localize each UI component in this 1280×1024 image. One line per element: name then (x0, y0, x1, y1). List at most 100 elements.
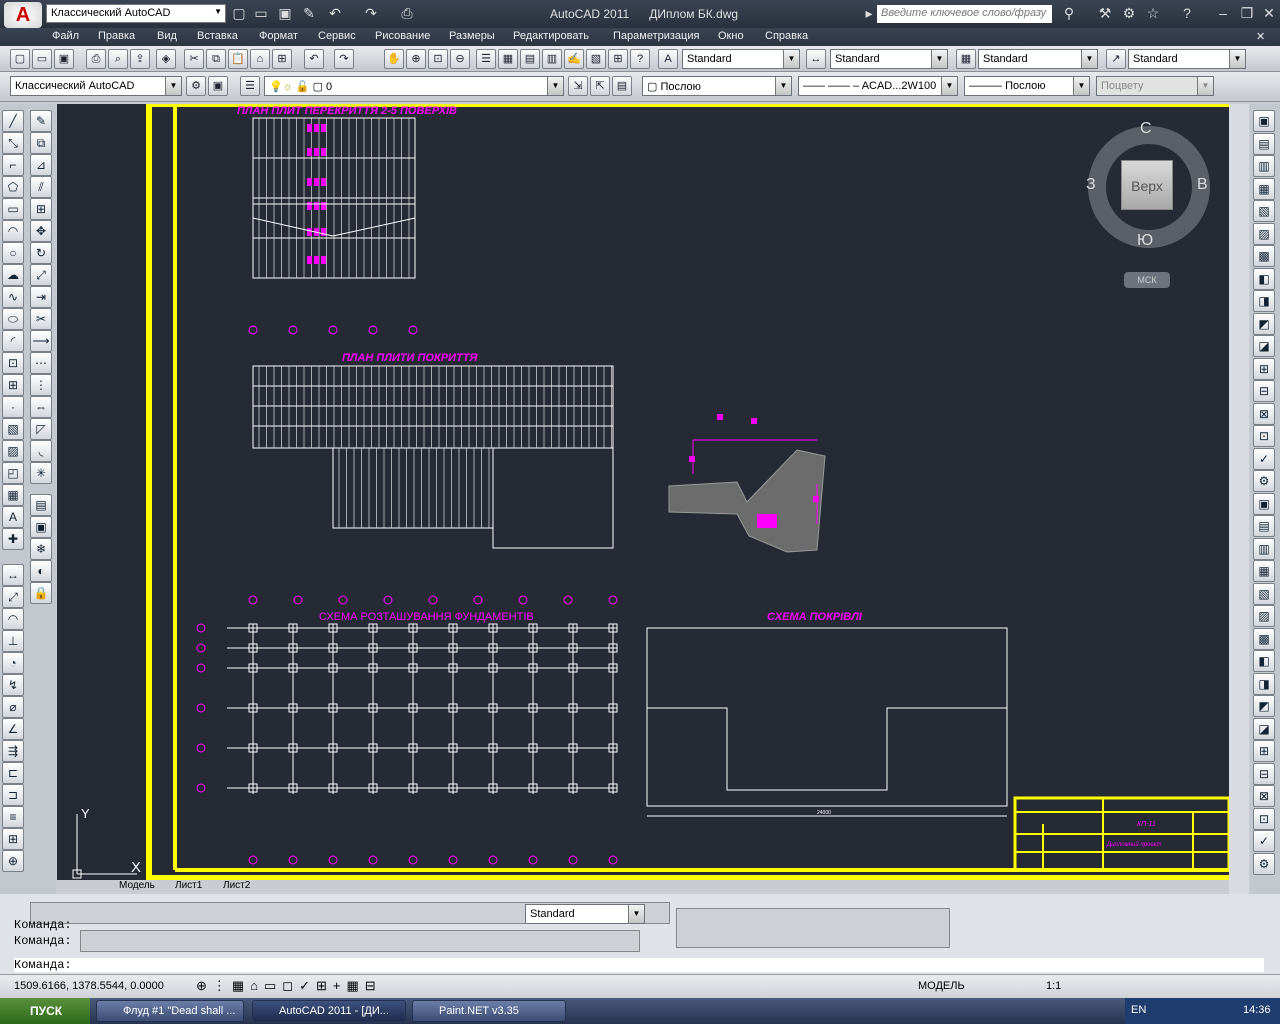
coordinates-readout[interactable]: 1509.6166, 1378.5544, 0.0000 (14, 980, 164, 992)
right-tool-icon[interactable]: ▦ (1253, 560, 1275, 582)
mirror-icon[interactable]: ⊿ (30, 154, 52, 176)
hatch-icon[interactable]: ▧ (2, 418, 24, 440)
tab-model[interactable]: Модель (119, 880, 155, 891)
right-tool-icon[interactable]: ⊠ (1253, 402, 1275, 425)
dim-linear-icon[interactable]: ↔ (2, 564, 24, 586)
arc-icon[interactable]: ◠ (2, 220, 24, 242)
workspace-settings-icon[interactable]: ⚙ (186, 76, 206, 96)
right-tool-icon[interactable]: ▨ (1253, 605, 1275, 627)
right-tool-icon[interactable]: ⊡ (1253, 807, 1275, 830)
dim-continue-icon[interactable]: ⊐ (2, 784, 24, 806)
quick-dim-icon[interactable]: ⇶ (2, 740, 24, 762)
right-tool-icon[interactable]: ▨ (1253, 222, 1275, 245)
revcloud-icon[interactable]: ☁ (2, 264, 24, 286)
right-tool-icon[interactable]: ▥ (1253, 537, 1275, 560)
new-file-icon[interactable]: ▢ (230, 4, 248, 22)
zoom-realtime-icon[interactable]: ⊕ (406, 49, 426, 69)
multileader-style-icon[interactable]: ↗ (1106, 49, 1126, 69)
layer-previous-icon[interactable]: ⇱ (590, 76, 610, 96)
menu-view[interactable]: Вид (157, 30, 177, 42)
preview-icon[interactable]: ⌕ (108, 49, 128, 69)
line-icon[interactable]: ╱ (2, 110, 24, 132)
layer-lock-icon[interactable]: 🔒 (30, 582, 52, 604)
layer-combo[interactable]: 💡☼ 🔓 ▢ 0 ▼ (264, 76, 564, 96)
viewcube-top-face[interactable]: Верх (1121, 160, 1173, 210)
region-icon[interactable]: ◰ (2, 462, 24, 484)
plotstyle-combo[interactable]: Поцвету ▼ (1096, 76, 1214, 96)
rectangle-icon[interactable]: ▭ (2, 198, 24, 220)
menu-tools[interactable]: Сервис (318, 30, 356, 42)
explode-icon[interactable]: ✳ (30, 462, 52, 484)
undo-tb-icon[interactable]: ↶ (304, 49, 324, 69)
right-tool-icon[interactable]: ▤ (1253, 132, 1275, 155)
markup-icon[interactable]: ✍ (564, 49, 584, 69)
match-properties-icon[interactable]: ⌂ (250, 49, 270, 69)
start-button[interactable]: ПУСК (0, 998, 90, 1024)
menu-window[interactable]: Окно (718, 30, 744, 42)
ellipse-icon[interactable]: ⬭ (2, 308, 24, 330)
right-tool-icon[interactable]: ⊟ (1253, 762, 1275, 785)
design-center-icon[interactable]: ▦ (498, 49, 518, 69)
move-icon[interactable]: ✥ (30, 220, 52, 242)
tab-layout2[interactable]: Лист2 (223, 880, 250, 891)
properties-icon[interactable]: ☰ (476, 49, 496, 69)
task-autocad[interactable]: AutoCAD 2011 - [ДИ... (252, 1000, 406, 1022)
table-style-combo[interactable]: Standard ▼ (978, 49, 1098, 69)
right-tool-icon[interactable]: ✓ (1253, 830, 1275, 852)
layer-properties-icon[interactable]: ☰ (240, 76, 260, 96)
right-tool-icon[interactable]: ▤ (1253, 515, 1275, 537)
paste-icon[interactable]: 📋 (228, 49, 248, 69)
erase-icon[interactable]: ✎ (30, 110, 52, 132)
cut-icon[interactable]: ✂ (184, 49, 204, 69)
scale-icon[interactable]: ⤢ (30, 264, 52, 286)
sheet-set-icon[interactable]: ▥ (542, 49, 562, 69)
tab-layout1[interactable]: Лист1 (175, 880, 202, 891)
dim-ordinate-icon[interactable]: ⊥ (2, 630, 24, 652)
spline-icon[interactable]: ∿ (2, 286, 24, 308)
application-menu-button[interactable]: A (4, 2, 42, 28)
right-tool-icon[interactable]: ▩ (1253, 245, 1275, 267)
menu-draw[interactable]: Рисование (375, 30, 430, 42)
help-tb-icon[interactable]: ? (630, 49, 650, 69)
linetype-combo[interactable]: —— —— – ACAD...2W100 ▼ (798, 76, 958, 96)
mtext-icon[interactable]: A (2, 506, 24, 528)
right-tool-icon[interactable]: ▣ (1253, 110, 1275, 132)
lineweight-combo[interactable]: ——— Послою ▼ (964, 76, 1090, 96)
dim-aligned-icon[interactable]: ⤢ (2, 586, 24, 608)
circle-icon[interactable]: ○ (2, 242, 24, 264)
break-icon[interactable]: ⋮ (30, 374, 52, 396)
table-style-icon[interactable]: ▦ (956, 49, 976, 69)
language-indicator[interactable]: EN (1131, 1004, 1146, 1016)
dim-baseline-icon[interactable]: ⊏ (2, 762, 24, 784)
viewcube-west[interactable]: З (1086, 176, 1096, 194)
text-style-icon[interactable]: A (658, 49, 678, 69)
menu-close-icon[interactable]: ✕ (1256, 30, 1265, 43)
right-tool-icon[interactable]: ▩ (1253, 627, 1275, 650)
make-current-icon[interactable]: ⇲ (568, 76, 588, 96)
color-combo[interactable]: ▢ Послою ▼ (642, 76, 792, 96)
polyline-icon[interactable]: ⌐ (2, 154, 24, 176)
menu-parametric[interactable]: Параметризация (613, 30, 699, 42)
dim-arc-icon[interactable]: ◠ (2, 608, 24, 630)
table-icon[interactable]: ▦ (2, 484, 24, 506)
right-tool-icon[interactable]: ▧ (1253, 582, 1275, 605)
undo-icon[interactable]: ↶ (326, 4, 344, 22)
help-icon[interactable]: ? (1178, 4, 1196, 22)
workspace-combo[interactable]: Классический AutoCAD ▼ (10, 76, 182, 96)
right-tool-icon[interactable]: ⚙ (1253, 852, 1275, 875)
menu-modify[interactable]: Редактировать (513, 30, 589, 42)
multileader-style-combo[interactable]: Standard ▼ (1128, 49, 1246, 69)
right-tool-icon[interactable]: ◧ (1253, 650, 1275, 672)
insert-block-icon[interactable]: ⊡ (2, 352, 24, 374)
right-tool-icon[interactable]: ▦ (1253, 177, 1275, 200)
quickcalc-icon[interactable]: ▧ (586, 49, 606, 69)
right-tool-icon[interactable]: ◨ (1253, 672, 1275, 695)
right-tool-icon[interactable]: ◩ (1253, 695, 1275, 717)
layer-iso-icon[interactable]: ▣ (30, 516, 52, 538)
task-browser[interactable]: Флуд #1 "Dead shall ... (96, 1000, 244, 1022)
tolerance-icon[interactable]: ⊞ (2, 828, 24, 850)
dim-space-icon[interactable]: ≡ (2, 806, 24, 828)
menu-dimension[interactable]: Размеры (449, 30, 495, 42)
right-tool-icon[interactable]: ▧ (1253, 200, 1275, 222)
right-tool-icon[interactable]: ◪ (1253, 335, 1275, 357)
